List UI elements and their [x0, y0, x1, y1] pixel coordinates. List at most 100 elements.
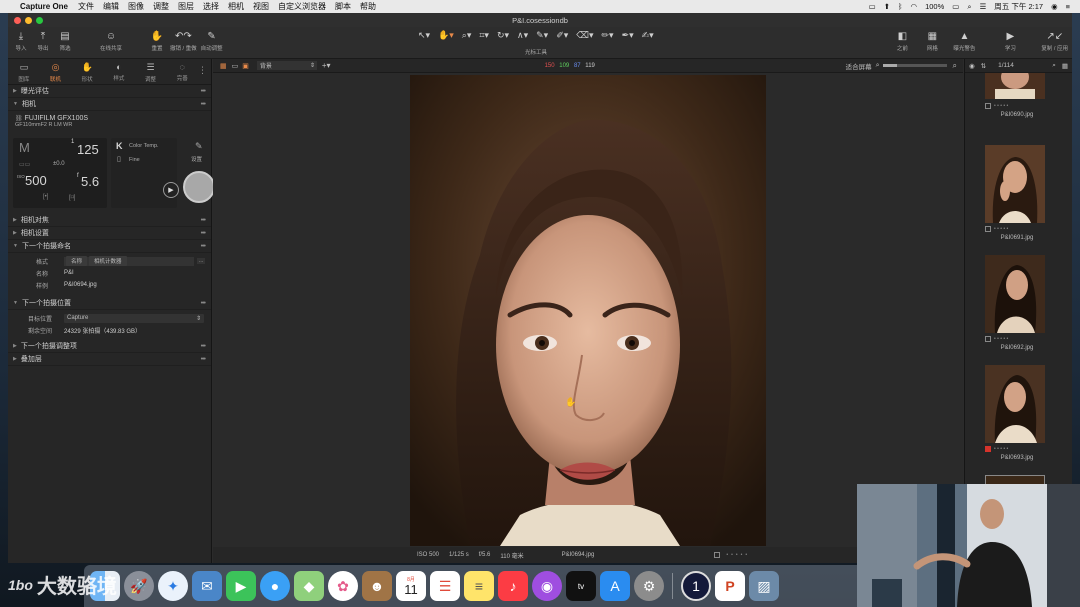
tab-tethered[interactable]: ◎ 联机: [40, 59, 72, 84]
menu-select[interactable]: 选择: [203, 1, 219, 12]
section-camera-focus[interactable]: ▶ 相机对焦 •••: [8, 214, 211, 227]
thumbnail-0691[interactable]: [985, 145, 1045, 223]
fit-screen-label[interactable]: 适合屏幕: [846, 61, 872, 71]
rating-dots[interactable]: • • • • •: [994, 446, 1008, 452]
color-tag-red[interactable]: [985, 446, 991, 452]
safari-icon[interactable]: ✦: [158, 571, 188, 601]
pan-cursor-icon[interactable]: ✋▾: [438, 30, 454, 41]
rating-dots[interactable]: • • • • •: [994, 103, 1008, 109]
menu-file[interactable]: 文件: [78, 1, 94, 12]
export-button[interactable]: ⤒ 导出: [34, 30, 52, 53]
aperture-value[interactable]: 5.6: [81, 174, 99, 189]
section-menu-icon[interactable]: •••: [201, 88, 206, 95]
search-icon[interactable]: ⌕: [953, 61, 957, 71]
section-next-location[interactable]: ▼ 下一个拍摄位置 •••: [8, 297, 211, 310]
minimize-button[interactable]: [25, 16, 32, 24]
tab-adjust[interactable]: ☰ 调整: [135, 59, 167, 84]
import-button[interactable]: ⤓ 导入: [12, 30, 30, 53]
color-tag-box[interactable]: [985, 226, 991, 232]
spot-cursor-icon[interactable]: ✎▾: [536, 30, 548, 41]
tab-style[interactable]: ◐ 样式: [103, 59, 135, 84]
thumbnail-0691-rating[interactable]: • • • • •: [985, 226, 1049, 232]
messages-icon[interactable]: ●: [260, 571, 290, 601]
eraser-cursor-icon[interactable]: ⌫▾: [576, 30, 593, 41]
main-photo[interactable]: [410, 75, 766, 546]
thumbnail-0693[interactable]: [985, 365, 1045, 443]
control-center-icon[interactable]: ☰: [980, 2, 987, 11]
zoom-slider[interactable]: [882, 64, 947, 67]
add-layer-icon[interactable]: +▾: [322, 61, 331, 70]
select-cursor-icon[interactable]: ↖▾: [418, 30, 430, 41]
gradient-cursor-icon[interactable]: ✏▾: [602, 30, 614, 41]
rating-dots[interactable]: •••••: [726, 552, 750, 558]
facetime-icon[interactable]: ▶: [226, 571, 256, 601]
sort-icon[interactable]: ⇅: [981, 62, 986, 70]
zoom-icon[interactable]: ⌕: [876, 62, 880, 70]
notification-icon[interactable]: ≡: [1066, 2, 1070, 11]
search-icon[interactable]: ⌕: [1052, 62, 1056, 70]
learn-button[interactable]: ▶ 学习: [1001, 30, 1019, 53]
multi-view-icon[interactable]: ▣: [242, 62, 249, 70]
maps-icon[interactable]: ◆: [294, 571, 324, 601]
live-view-button[interactable]: ▶: [163, 182, 179, 198]
captureone-icon[interactable]: 1: [681, 571, 711, 601]
menu-script[interactable]: 脚本: [335, 1, 351, 12]
undo-redo-button[interactable]: ↶↷ 撤销 / 重做: [170, 30, 197, 53]
picker-cursor-icon[interactable]: ✒▾: [622, 30, 634, 41]
menu-edit[interactable]: 编辑: [103, 1, 119, 12]
menu-help[interactable]: 帮助: [360, 1, 376, 12]
battery-icon[interactable]: ▭: [952, 2, 959, 11]
thumbnail-0693-rating[interactable]: • • • • •: [985, 446, 1049, 452]
rotate-cursor-icon[interactable]: ↻▾: [497, 30, 509, 41]
section-menu-icon[interactable]: •••: [201, 300, 206, 307]
photos-icon[interactable]: ✿: [328, 571, 358, 601]
thumbnail-0690[interactable]: [985, 73, 1045, 99]
section-camera[interactable]: ▼ 相机 •••: [8, 98, 211, 111]
annotate-cursor-icon[interactable]: ✍▾: [642, 30, 654, 41]
preview-icon[interactable]: ✉: [192, 571, 222, 601]
appstore-icon[interactable]: A: [600, 571, 630, 601]
music-icon[interactable]: ♪: [498, 571, 528, 601]
thumbnail-0692-rating[interactable]: • • • • •: [985, 336, 1049, 342]
clock[interactable]: 周五 下午 2:17: [994, 1, 1043, 12]
browser-view-icon[interactable]: ▦: [1062, 62, 1068, 70]
reminders-icon[interactable]: ☰: [430, 571, 460, 601]
section-next-adjust[interactable]: ▶ 下一个拍摄调整项 •••: [8, 340, 211, 353]
format-field[interactable]: 名称 相机计数器: [64, 256, 194, 266]
quality-label[interactable]: Fine: [129, 157, 140, 163]
menu-view[interactable]: 视图: [253, 1, 269, 12]
mode-value[interactable]: M: [19, 140, 30, 155]
menu-layer[interactable]: 图层: [178, 1, 194, 12]
before-button[interactable]: ◧ 之前: [893, 30, 911, 53]
focus-area-icon[interactable]: [⌑]: [69, 194, 75, 201]
reset-button[interactable]: ✋ 重置: [148, 30, 166, 53]
grid-view-icon[interactable]: ▦: [220, 62, 227, 70]
eyedropper-icon[interactable]: ✎: [195, 141, 203, 152]
exposure-warning-button[interactable]: ▲ 曝光警告: [953, 30, 975, 53]
section-overlay[interactable]: ▶ 叠加层 •••: [8, 353, 211, 366]
battery-label[interactable]: 100%: [925, 2, 944, 11]
single-view-icon[interactable]: ▭: [232, 62, 239, 70]
color-tag-box[interactable]: [985, 336, 991, 342]
tab-refine[interactable]: ◌ 完善: [166, 59, 198, 84]
brush-cursor-icon[interactable]: ✐▾: [556, 30, 568, 41]
notes-icon[interactable]: ≡: [464, 571, 494, 601]
wifi-icon[interactable]: ◠: [911, 2, 918, 11]
section-menu-icon[interactable]: •••: [201, 356, 206, 363]
shutter-value[interactable]: 125: [77, 142, 99, 157]
iso-value[interactable]: 500: [25, 173, 47, 188]
airplay-icon[interactable]: ▭: [869, 2, 876, 11]
section-camera-settings[interactable]: ▶ 相机设置 •••: [8, 227, 211, 240]
dest-select[interactable]: Capture ⇕: [64, 313, 204, 323]
ev-value[interactable]: ±0.0: [53, 161, 65, 167]
podcasts-icon[interactable]: ◉: [532, 571, 562, 601]
siri-icon[interactable]: ◉: [1051, 2, 1058, 11]
section-next-naming[interactable]: ▼ 下一个拍摄命名 •••: [8, 240, 211, 253]
more-tabs-icon[interactable]: ⋮: [198, 59, 207, 84]
metering-icon[interactable]: [•]: [43, 194, 48, 200]
search-icon[interactable]: ⌕: [967, 2, 971, 12]
launchpad-icon[interactable]: 🚀: [124, 571, 154, 601]
contacts-icon[interactable]: ☻: [362, 571, 392, 601]
layer-select[interactable]: 背景 ⇕: [256, 61, 317, 70]
calendar-icon[interactable]: 8月 11: [396, 571, 426, 601]
